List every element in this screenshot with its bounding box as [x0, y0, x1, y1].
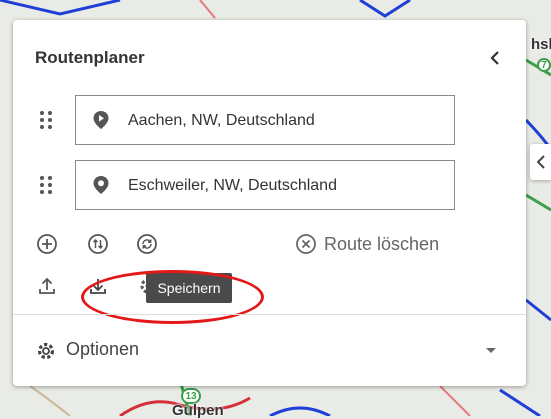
route-badge-number: 7 — [541, 59, 547, 71]
round-trip-button[interactable] — [134, 231, 160, 257]
add-circle-icon — [37, 234, 57, 254]
map-place-label: Gulpen — [172, 402, 224, 419]
drag-handle-icon[interactable] — [39, 175, 53, 195]
download-icon — [90, 279, 106, 294]
destination-pin-icon — [93, 176, 109, 194]
options-toggle[interactable]: Optionen — [13, 315, 526, 386]
gear-icon — [37, 342, 55, 360]
reverse-route-button[interactable] — [85, 231, 111, 257]
save-tooltip: Speichern — [146, 273, 232, 303]
upload-icon — [39, 277, 55, 294]
caret-down-icon — [486, 348, 496, 353]
route-badge: 7 — [537, 58, 551, 72]
chevron-left-icon — [536, 155, 545, 169]
save-route-button[interactable] — [85, 273, 111, 299]
route-badge-number: 13 — [185, 390, 197, 402]
swap-direction-icon — [88, 234, 108, 254]
waypoint-destination-label: Eschweiler, NW, Deutschland — [128, 177, 337, 194]
clear-route-button[interactable]: Route löschen — [295, 232, 439, 256]
chevron-left-icon — [490, 51, 499, 65]
round-trip-icon — [137, 234, 157, 254]
waypoint-start-label: Aachen, NW, Deutschland — [128, 112, 315, 129]
route-planner-panel: Routenplaner Aachen, NW, Deutschland Esc… — [13, 20, 526, 386]
map-panel-toggle[interactable] — [530, 144, 551, 180]
waypoint-destination-field[interactable]: Eschweiler, NW, Deutschland — [75, 160, 455, 210]
upload-route-button[interactable] — [34, 273, 60, 299]
add-waypoint-button[interactable] — [34, 231, 60, 257]
panel-title: Routenplaner — [35, 48, 145, 67]
start-pin-icon — [93, 111, 109, 129]
waypoint-start-field[interactable]: Aachen, NW, Deutschland — [75, 95, 455, 145]
drag-handle-icon[interactable] — [39, 110, 53, 130]
clear-circle-icon — [296, 234, 316, 254]
options-label: Optionen — [66, 339, 140, 359]
map-place-label: hsl — [531, 36, 551, 53]
clear-route-label: Route löschen — [324, 233, 440, 254]
collapse-panel-button[interactable] — [483, 44, 507, 72]
